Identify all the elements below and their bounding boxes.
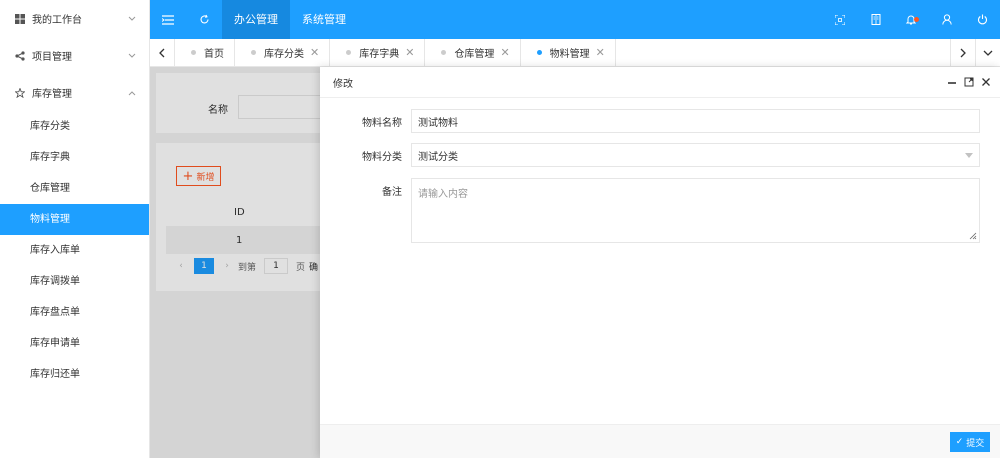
tab-inventory-category[interactable]: 库存分类 ✕ (235, 39, 331, 66)
minimize-icon[interactable] (943, 74, 960, 91)
refresh-icon[interactable] (186, 0, 222, 39)
tab-scroll-right-icon[interactable] (950, 39, 975, 66)
fullscreen-icon[interactable] (823, 0, 859, 39)
menu-toggle-icon[interactable] (150, 0, 186, 39)
chevron-up-icon (127, 88, 137, 98)
top-menu-system[interactable]: 系统管理 (290, 0, 358, 39)
sidebar-item-return[interactable]: 库存归还单 (0, 359, 149, 390)
tab-label: 库存分类 (264, 49, 304, 60)
tab-home[interactable]: 首页 (175, 39, 235, 66)
tab-dot (441, 50, 447, 55)
close-icon[interactable]: ✕ (310, 46, 319, 59)
remark-textarea[interactable]: 请输入内容 (411, 178, 980, 243)
remark-label: 备注 (382, 186, 402, 198)
submit-button-label: 提交 (966, 438, 985, 449)
sidebar-group-label: 我的工作台 (32, 15, 82, 26)
close-icon[interactable]: ✕ (500, 46, 509, 59)
edit-dialog: 修改 物料名称 测试物料 物料分类 测试分类 备注 请输入内容 ✓ 提交 (320, 67, 1000, 458)
user-icon[interactable] (929, 0, 965, 39)
dialog-header: 修改 (320, 67, 1000, 98)
share-icon (14, 50, 26, 62)
sidebar-item-material[interactable]: 物料管理 (0, 204, 149, 235)
submit-button[interactable]: ✓ 提交 (950, 432, 990, 452)
material-category-select[interactable]: 测试分类 (411, 143, 980, 167)
tab-label: 首页 (204, 49, 224, 60)
sidebar-item-stock-in[interactable]: 库存入库单 (0, 235, 149, 266)
tab-label: 库存字典 (359, 49, 400, 60)
material-name-input[interactable]: 测试物料 (411, 109, 980, 133)
sidebar-group-inventory[interactable]: 库存管理 (0, 74, 149, 111)
power-icon[interactable] (965, 0, 1000, 39)
form-row-name: 物料名称 (320, 109, 402, 133)
bell-icon[interactable] (894, 0, 930, 39)
chevron-down-icon (127, 14, 137, 24)
sidebar-item-warehouse[interactable]: 仓库管理 (0, 173, 149, 204)
sidebar-group-label: 库存管理 (32, 89, 72, 100)
sidebar-item-stocktake[interactable]: 库存盘点单 (0, 297, 149, 328)
dialog-footer: ✓ 提交 (320, 424, 1000, 458)
sidebar-item-request[interactable]: 库存申请单 (0, 328, 149, 359)
tab-material[interactable]: 物料管理 ✕ (521, 39, 616, 66)
notification-dot (914, 16, 920, 22)
category-selected-value: 测试分类 (418, 151, 458, 163)
dialog-title: 修改 (333, 78, 353, 90)
tab-inventory-dict[interactable]: 库存字典 ✕ (330, 39, 426, 66)
remark-placeholder: 请输入内容 (418, 189, 468, 200)
sidebar-item-inventory-dict[interactable]: 库存字典 (0, 142, 149, 173)
sidebar-item-inventory-category[interactable]: 库存分类 (0, 111, 149, 142)
close-icon[interactable] (977, 74, 994, 91)
top-menu-office[interactable]: 办公管理 (222, 0, 290, 39)
tab-label: 仓库管理 (454, 49, 495, 60)
tab-label: 物料管理 (549, 49, 590, 60)
sidebar-group-label: 项目管理 (32, 52, 72, 63)
form-row-remark: 备注 (320, 178, 402, 202)
tab-dot (251, 50, 256, 55)
material-name-label: 物料名称 (362, 117, 402, 129)
top-header: 办公管理 系统管理 (150, 0, 1000, 39)
dropdown-caret-icon (965, 153, 973, 158)
tab-warehouse[interactable]: 仓库管理 ✕ (425, 39, 521, 66)
tab-dot (536, 50, 542, 55)
star-icon (14, 87, 26, 99)
close-icon[interactable]: ✕ (596, 46, 605, 59)
tab-bar: 首页 库存分类 ✕ 库存字典 ✕ 仓库管理 ✕ 物料管理 ✕ (150, 39, 1000, 67)
tab-dropdown-icon[interactable] (975, 39, 1000, 66)
close-icon[interactable]: ✕ (405, 46, 414, 59)
check-icon: ✓ (955, 437, 964, 447)
chevron-down-icon (127, 51, 137, 61)
sidebar-group-project[interactable]: 项目管理 (0, 37, 149, 74)
maximize-icon[interactable] (960, 74, 977, 91)
sidebar-item-transfer[interactable]: 库存调拨单 (0, 266, 149, 297)
sidebar-group-workbench[interactable]: 我的工作台 (0, 0, 149, 37)
material-category-label: 物料分类 (362, 151, 402, 163)
tab-scroll-left-icon[interactable] (150, 39, 175, 66)
tab-dot (191, 50, 196, 55)
sidebar: 我的工作台 项目管理 库存管理 库存分类 库存字典 仓库管理 物料管理 库存入库… (0, 0, 150, 458)
resize-handle-icon[interactable] (969, 232, 977, 240)
tab-dot (346, 50, 352, 55)
windows-icon (14, 13, 26, 25)
note-icon[interactable] (858, 0, 894, 39)
form-row-category: 物料分类 (320, 143, 402, 167)
